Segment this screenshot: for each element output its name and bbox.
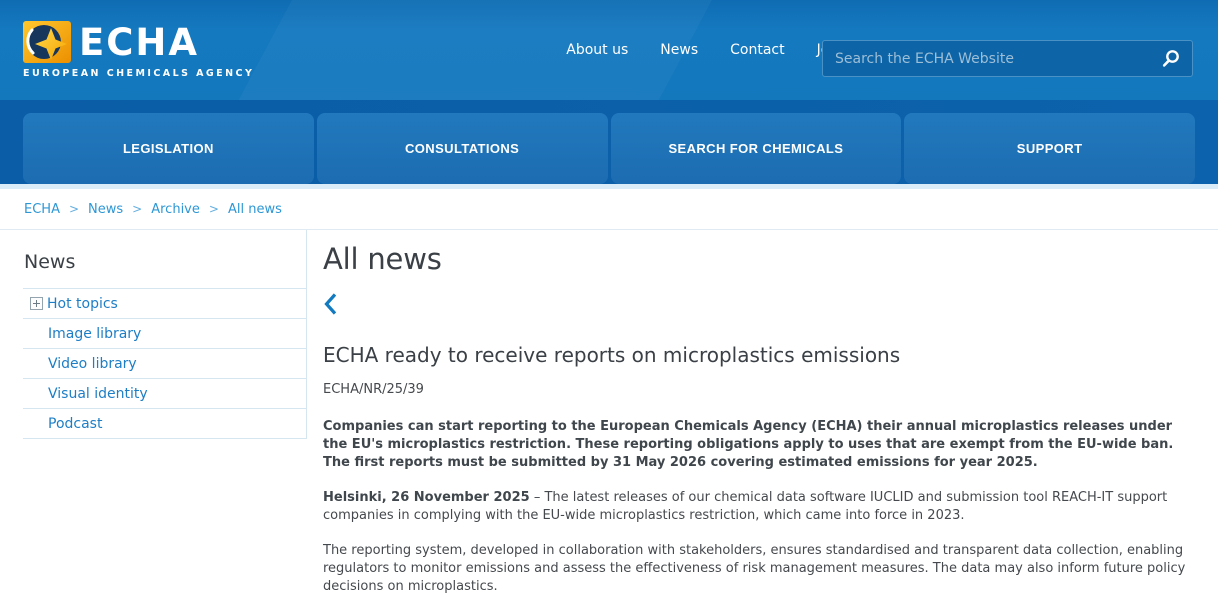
site-search — [822, 40, 1193, 77]
sidebar-item-image-library[interactable]: Image library — [23, 318, 306, 348]
sidebar-item-label[interactable]: Video library — [48, 356, 137, 372]
sidebar-item-visual-identity[interactable]: Visual identity — [23, 378, 306, 408]
sidebar-item-label[interactable]: Visual identity — [48, 386, 148, 402]
echa-logo[interactable]: ECHA EUROPEAN CHEMICALS AGENCY — [23, 21, 254, 79]
top-nav: About us News Contact Jobs — [566, 42, 845, 58]
breadcrumb-news[interactable]: News — [88, 202, 123, 217]
article-title: ECHA ready to receive reports on micropl… — [323, 343, 1195, 367]
sidebar-item-label[interactable]: Image library — [48, 326, 141, 342]
echa-logo-icon — [23, 21, 71, 63]
sidebar-item-podcast[interactable]: Podcast — [23, 408, 306, 438]
sidebar-item-video-library[interactable]: Video library — [23, 348, 306, 378]
article-reference: ECHA/NR/25/39 — [323, 382, 1195, 397]
sidebar: News Hot topics Image library Video libr… — [23, 230, 307, 439]
tab-support[interactable]: SUPPORT — [904, 113, 1195, 184]
dateline-location-date: Helsinki, 26 November 2025 — [323, 490, 530, 505]
top-nav-about-us[interactable]: About us — [566, 42, 628, 58]
sidebar-item-label[interactable]: Podcast — [48, 416, 102, 432]
top-nav-contact[interactable]: Contact — [730, 42, 784, 58]
search-button[interactable] — [1150, 41, 1192, 76]
article-dateline-paragraph: Helsinki, 26 November 2025 – The latest … — [323, 489, 1195, 525]
breadcrumb-echa[interactable]: ECHA — [24, 202, 60, 217]
main-nav: LEGISLATION CONSULTATIONS SEARCH FOR CHE… — [0, 100, 1218, 184]
chevron-left-icon — [323, 301, 338, 320]
article-lead-paragraph: Companies can start reporting to the Eur… — [323, 418, 1195, 472]
breadcrumb-separator-icon: > — [69, 202, 79, 216]
search-input[interactable] — [823, 41, 1150, 76]
breadcrumb-separator-icon: > — [132, 202, 142, 216]
expand-plus-icon[interactable] — [30, 297, 43, 310]
content-area: News Hot topics Image library Video libr… — [0, 230, 1218, 596]
sidebar-item-label[interactable]: Hot topics — [47, 296, 118, 312]
back-button[interactable] — [323, 292, 338, 316]
top-nav-news[interactable]: News — [660, 42, 698, 58]
sidebar-title: News — [23, 251, 306, 273]
logo-acronym: ECHA — [79, 23, 199, 63]
sidebar-item-hot-topics[interactable]: Hot topics — [23, 288, 306, 318]
breadcrumb-separator-icon: > — [209, 202, 219, 216]
site-header: ECHA EUROPEAN CHEMICALS AGENCY About us … — [0, 0, 1218, 100]
sidebar-menu: Hot topics Image library Video library V… — [23, 288, 306, 439]
breadcrumb-all-news[interactable]: All news — [228, 202, 282, 217]
tab-consultations[interactable]: CONSULTATIONS — [317, 113, 608, 184]
article-main: All news ECHA ready to receive reports o… — [323, 230, 1195, 596]
page-title: All news — [323, 242, 1195, 276]
article-body-paragraph: The reporting system, developed in colla… — [323, 542, 1195, 596]
search-icon — [1161, 49, 1181, 69]
logo-tagline: EUROPEAN CHEMICALS AGENCY — [23, 68, 254, 79]
tab-legislation[interactable]: LEGISLATION — [23, 113, 314, 184]
breadcrumb: ECHA > News > Archive > All news — [0, 189, 1218, 230]
breadcrumb-archive[interactable]: Archive — [151, 202, 200, 217]
tab-search-for-chemicals[interactable]: SEARCH FOR CHEMICALS — [611, 113, 902, 184]
